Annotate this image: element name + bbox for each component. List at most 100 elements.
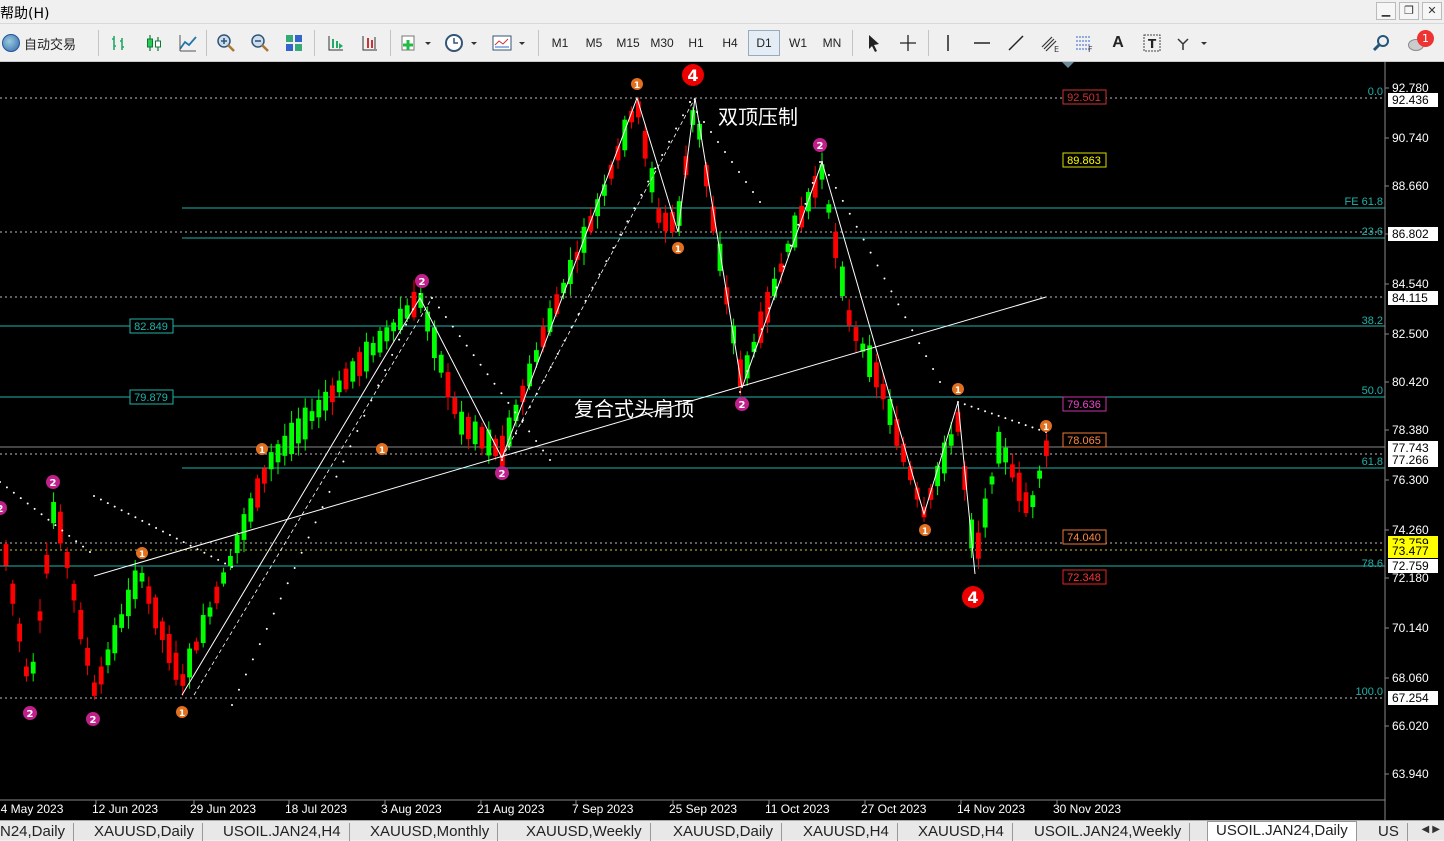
tab-scroll-arrows[interactable]: ◀ ▶ (1421, 824, 1440, 835)
price-tick-label: 70.140 (1392, 621, 1429, 635)
chart-tab[interactable]: US (1370, 823, 1408, 841)
templates-icon[interactable] (490, 30, 528, 56)
timeframe-m5[interactable]: M5 (578, 30, 610, 56)
wave-marker-2: 2 (46, 475, 60, 489)
sar-dot (501, 459, 503, 461)
equidistant-channel-icon[interactable]: E (1038, 30, 1062, 56)
periods-clock-icon[interactable] (442, 30, 480, 56)
timeframe-mn[interactable]: MN (816, 30, 848, 56)
candle-body (520, 385, 526, 403)
chart-shift-icon[interactable] (358, 30, 382, 56)
date-tick-label: 30 Nov 2023 (1053, 802, 1121, 816)
fibonacci-levels (0, 62, 1386, 820)
minimize-button[interactable]: ▁ (1376, 2, 1396, 20)
chart-tab[interactable]: XAUUSD,Daily (665, 823, 783, 841)
sar-dot (682, 114, 685, 117)
zoom-out-icon[interactable] (248, 30, 272, 56)
autotrade-icon (2, 34, 20, 52)
sar-dot (841, 199, 844, 202)
sar-dot (661, 154, 664, 157)
candle-body (200, 615, 206, 643)
chart-tab[interactable]: XAUUSD,H4 (910, 823, 1013, 841)
chart-tab[interactable]: XAUUSD,Weekly (518, 823, 651, 841)
arrows-icon[interactable] (1174, 30, 1210, 56)
sar-dot (939, 381, 941, 383)
sar-dot (182, 541, 185, 544)
candle-body (357, 352, 362, 376)
date-tick-label: 29 Jun 2023 (190, 802, 256, 816)
right-level-boxes: 92.501 89.863 79.636 78.065 74.040 72.34… (1062, 89, 1107, 585)
date-tick-label: 21 Aug 2023 (477, 802, 545, 816)
timeframe-h1[interactable]: H1 (680, 30, 712, 56)
sar-dot (500, 392, 503, 395)
sar-dot (848, 212, 851, 215)
candle-body (948, 434, 954, 446)
bar-chart-icon[interactable] (108, 30, 132, 56)
timeframe-m1[interactable]: M1 (544, 30, 576, 56)
price-chart[interactable]: 1 1 1 1 1 1 1 1 1 2 2 2 2 2 2 2 2 双顶压制 复合式头肩顶 4 4 0.0 FE… (0, 62, 1444, 820)
text-tool-icon[interactable]: A (1106, 30, 1130, 56)
vertical-line-icon[interactable] (936, 30, 960, 56)
sar-dot (612, 246, 615, 249)
fib-level-labels: 0.0 FE 61.8 23.6 38.2 50.0 61.8 78.6 100… (1344, 86, 1383, 698)
tile-windows-icon[interactable] (282, 30, 306, 56)
fibonacci-icon[interactable]: F (1072, 30, 1096, 56)
zoom-in-icon[interactable] (214, 30, 238, 56)
timeframe-m15[interactable]: M15 (612, 30, 644, 56)
close-button[interactable]: ✕ (1422, 2, 1442, 20)
price-tick-label: 90.740 (1392, 131, 1429, 145)
autotrade-button[interactable]: 自动交易 (2, 30, 92, 56)
chart-tab[interactable]: XAUUSD,Daily (86, 823, 204, 841)
sar-dot (479, 363, 482, 366)
svg-text:2: 2 (817, 141, 824, 152)
trendline-icon[interactable] (1004, 30, 1028, 56)
candle-body (452, 397, 458, 415)
chart-tab[interactable]: N24,Daily (0, 823, 75, 841)
sar-dot (1017, 421, 1020, 424)
candle-body (302, 407, 308, 440)
notifications-icon[interactable]: 1 (1406, 30, 1436, 56)
svg-text:74.040: 74.040 (1067, 532, 1101, 544)
sar-dot (40, 513, 43, 516)
autoscroll-icon[interactable] (324, 30, 348, 56)
menu-help[interactable]: 帮助(H) (0, 3, 49, 23)
timeframe-d1[interactable]: D1 (748, 30, 780, 56)
timeframe-m30[interactable]: M30 (646, 30, 678, 56)
candle-body (826, 204, 832, 213)
candle-body (459, 411, 464, 435)
restore-button[interactable]: ❐ (1399, 2, 1419, 20)
sar-dot (528, 430, 531, 433)
sar-dot (300, 551, 303, 554)
timeframe-h4[interactable]: H4 (714, 30, 746, 56)
wave-marker-1: 1 (631, 78, 643, 91)
horizontal-line-icon[interactable] (970, 30, 994, 56)
sar-dot (106, 502, 109, 505)
chart-tab[interactable]: USOIL.JAN24,H4 (215, 823, 350, 841)
timeframe-w1[interactable]: W1 (782, 30, 814, 56)
crosshair-icon[interactable] (896, 30, 920, 56)
price-tick-label: 76.300 (1392, 473, 1429, 487)
chart-tab[interactable]: XAUUSD,H4 (795, 823, 898, 841)
chart-tab[interactable]: XAUUSD,Monthly (362, 823, 499, 841)
candle-body (112, 625, 118, 654)
candle-body (330, 385, 335, 403)
sar-dot (745, 181, 747, 183)
candle-body (744, 355, 750, 379)
svg-text:2: 2 (739, 400, 746, 411)
sar-dot (739, 391, 741, 393)
sar-dot (647, 180, 650, 183)
sar-dot (279, 597, 282, 600)
chart-tab[interactable]: USOIL.JAN24,Weekly (1026, 823, 1191, 841)
svg-text:79.636: 79.636 (1067, 399, 1101, 411)
search-icon[interactable] (1370, 30, 1394, 56)
wave-marker-1: 1 (136, 547, 148, 560)
candlestick-chart-icon[interactable] (142, 30, 166, 56)
sar-dot (897, 303, 900, 306)
sar-dot (1024, 424, 1027, 427)
line-chart-icon[interactable] (176, 30, 200, 56)
text-label-icon[interactable]: T (1140, 30, 1164, 56)
chart-tab[interactable]: USOIL.JAN24,Daily (1207, 821, 1357, 841)
indicators-icon[interactable] (398, 30, 434, 56)
sar-dot (314, 521, 317, 524)
cursor-icon[interactable] (862, 30, 886, 56)
